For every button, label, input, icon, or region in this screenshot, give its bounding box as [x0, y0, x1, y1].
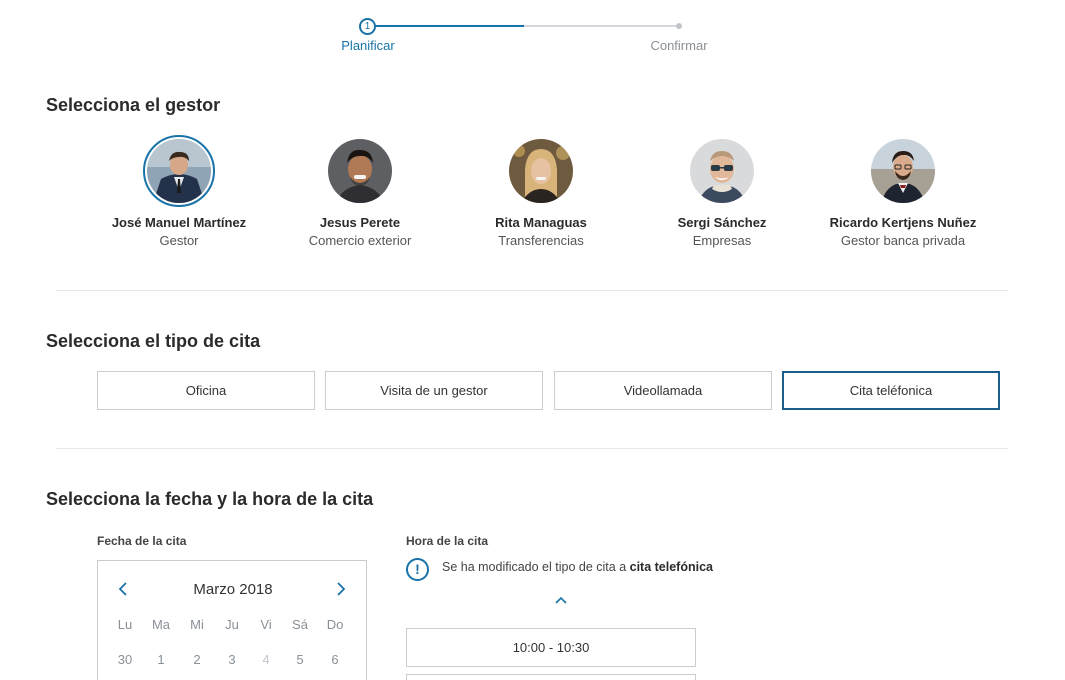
step-1-indicator: 1 [359, 18, 376, 35]
date-label: Fecha de la cita [97, 534, 187, 548]
weekday-header: Do [326, 617, 344, 632]
manager-role: Transferencias [498, 233, 584, 248]
calendar-month-title: Marzo 2018 [193, 581, 273, 598]
notice-text: Se ha modificado el tipo de cita a [442, 560, 630, 574]
avatar [147, 139, 211, 203]
manager-role: Comercio exterior [308, 233, 412, 248]
weekday-header: Ma [151, 617, 171, 632]
info-icon: ! [406, 558, 429, 581]
weekday-header: Lu [117, 617, 133, 632]
notice-bold-text: cita telefónica [629, 560, 713, 574]
manager-role: Gestor [159, 233, 199, 248]
type-option-visita-gestor[interactable]: Visita de un gestor [325, 371, 543, 410]
avatar [871, 139, 935, 203]
manager-role: Gestor banca privada [840, 233, 966, 248]
step-label-planificar: Planificar [341, 38, 395, 53]
weekday-header: Ju [225, 617, 239, 632]
section-divider [56, 448, 1008, 449]
calendar-day[interactable]: 6 [320, 652, 350, 667]
calendar-day[interactable]: 5 [285, 652, 315, 667]
avatar [509, 139, 573, 203]
manager-card-jesus[interactable]: Jesus Perete Comercio exterior [265, 135, 455, 248]
select-type-title: Selecciona el tipo de cita [46, 331, 261, 351]
avatar-frame [686, 135, 758, 207]
type-changed-notice: Se ha modificado el tipo de cita a cita … [442, 560, 713, 574]
manager-card-jose[interactable]: José Manuel Martínez Gestor [84, 135, 274, 248]
manager-card-sergi[interactable]: Sergi Sánchez Empresas [627, 135, 817, 248]
step-label-confirmar: Confirmar [650, 38, 708, 53]
calendar-day[interactable]: 2 [182, 652, 212, 667]
weekday-header: Mi [190, 617, 204, 632]
date-picker-calendar: Marzo 2018 Lu Ma Mi Ju Vi Sá Do 30 1 2 3… [97, 560, 367, 680]
time-slot[interactable]: 10:00 - 10:30 [406, 628, 696, 667]
weekday-header: Sá [292, 617, 308, 632]
type-option-cita-telefonica[interactable]: Cita teléfonica [782, 371, 1000, 410]
manager-name: Sergi Sánchez [677, 215, 767, 230]
manager-role: Empresas [692, 233, 752, 248]
chevron-right-icon[interactable] [330, 579, 350, 599]
manager-name: Jesus Perete [319, 215, 401, 230]
time-slot[interactable] [406, 674, 696, 680]
type-option-oficina[interactable]: Oficina [97, 371, 315, 410]
calendar-day[interactable]: 30 [110, 652, 140, 667]
avatar [690, 139, 754, 203]
calendar-day[interactable]: 3 [217, 652, 247, 667]
calendar-day[interactable]: 1 [146, 652, 176, 667]
time-label: Hora de la cita [406, 534, 489, 548]
weekday-header: Vi [260, 617, 272, 632]
progress-stepper: 1 Planificar Confirmar [0, 0, 1065, 60]
select-manager-title: Selecciona el gestor [46, 95, 221, 115]
manager-name: José Manuel Martínez [111, 215, 247, 230]
step-progress-line [376, 25, 524, 27]
manager-name: Rita Managuas [495, 215, 587, 230]
step-remaining-line [524, 25, 678, 27]
manager-card-ricardo[interactable]: Ricardo Kertjens Nuñez Gestor banca priv… [808, 135, 998, 248]
step-2-indicator [676, 23, 682, 29]
avatar [328, 139, 392, 203]
select-datetime-title: Selecciona la fecha y la hora de la cita [46, 489, 374, 509]
avatar-frame [324, 135, 396, 207]
manager-name: Ricardo Kertjens Nuñez [829, 215, 977, 230]
manager-list: José Manuel Martínez Gestor Jesus Perete… [0, 135, 1065, 265]
section-divider [56, 290, 1008, 291]
avatar-frame [867, 135, 939, 207]
chevron-up-icon[interactable] [551, 592, 571, 608]
manager-card-rita[interactable]: Rita Managuas Transferencias [446, 135, 636, 248]
avatar-frame [143, 135, 215, 207]
calendar-day[interactable]: 4 [251, 652, 281, 667]
type-option-videollamada[interactable]: Videollamada [554, 371, 772, 410]
avatar-frame [505, 135, 577, 207]
